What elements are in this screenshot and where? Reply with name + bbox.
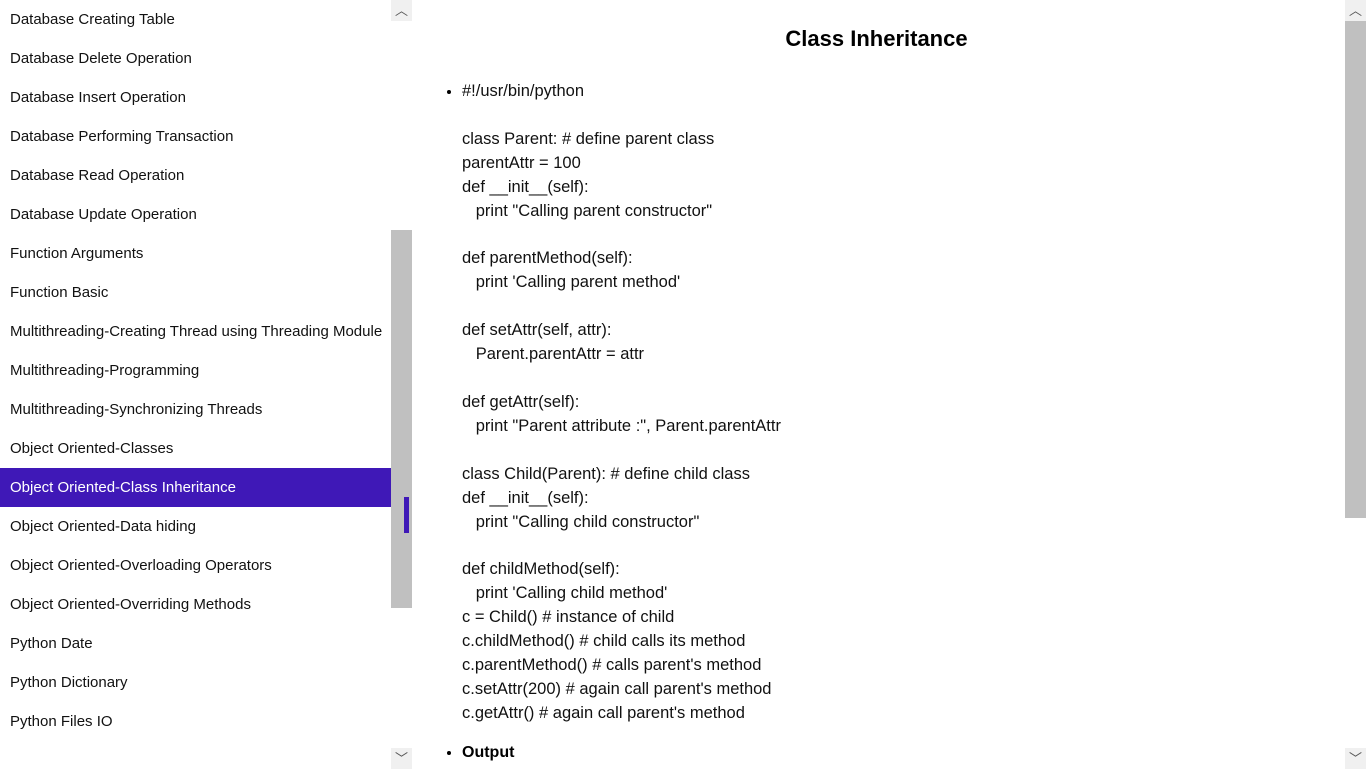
sidebar: Database Creating Table Database Delete O… xyxy=(0,0,391,769)
sidebar-item-label: Object Oriented-Overriding Methods xyxy=(10,596,251,613)
content: Class Inheritance #!/usr/bin/python clas… xyxy=(412,0,1345,769)
sidebar-item[interactable]: Object Oriented-Overriding Methods xyxy=(0,585,391,624)
output-list-item: Output xyxy=(462,744,1315,762)
sidebar-item[interactable]: Function Arguments xyxy=(0,234,391,273)
sidebar-item[interactable]: Database Creating Table xyxy=(0,0,391,39)
sidebar-item-label: Function Arguments xyxy=(10,245,143,262)
sidebar-item[interactable]: Object Oriented-Data hiding xyxy=(0,507,391,546)
code-block: #!/usr/bin/python class Parent: # define… xyxy=(462,80,1315,726)
content-list: #!/usr/bin/python class Parent: # define… xyxy=(438,80,1315,762)
sidebar-item-label: Database Update Operation xyxy=(10,206,197,223)
sidebar-item[interactable]: Multithreading-Synchronizing Threads xyxy=(0,390,391,429)
sidebar-item[interactable]: Python Files IO xyxy=(0,702,391,741)
scroll-down-icon[interactable]: ﹀ xyxy=(1345,748,1366,769)
sidebar-item[interactable]: Database Insert Operation xyxy=(0,78,391,117)
sidebar-item-label: Multithreading-Programming xyxy=(10,362,199,379)
sidebar-item[interactable]: Database Read Operation xyxy=(0,156,391,195)
sidebar-item[interactable]: Object Oriented-Overloading Operators xyxy=(0,546,391,585)
code-list-item: #!/usr/bin/python class Parent: # define… xyxy=(462,80,1315,726)
scroll-up-icon[interactable]: ︿ xyxy=(1345,0,1366,21)
sidebar-scrollbar[interactable]: ︿ ﹀ xyxy=(391,0,412,769)
sidebar-item[interactable]: Function Basic xyxy=(0,273,391,312)
sidebar-item-label: Database Performing Transaction xyxy=(10,128,233,145)
sidebar-item[interactable]: Object Oriented-Classes xyxy=(0,429,391,468)
sidebar-item[interactable]: Python Dictionary xyxy=(0,663,391,702)
sidebar-item[interactable]: Python Date xyxy=(0,624,391,663)
page-title: Class Inheritance xyxy=(438,26,1315,52)
sidebar-item-label: Database Delete Operation xyxy=(10,50,192,67)
sidebar-item[interactable]: Database Update Operation xyxy=(0,195,391,234)
sidebar-item-label: Database Read Operation xyxy=(10,167,184,184)
sidebar-item[interactable]: Multithreading-Programming xyxy=(0,351,391,390)
sidebar-container: Database Creating Table Database Delete O… xyxy=(0,0,412,769)
sidebar-item[interactable]: Database Delete Operation xyxy=(0,39,391,78)
sidebar-scroll-thumb[interactable] xyxy=(391,230,412,608)
content-scrollbar[interactable]: ︿ ﹀ xyxy=(1345,0,1366,769)
sidebar-item[interactable]: Database Performing Transaction xyxy=(0,117,391,156)
sidebar-item[interactable]: Multithreading-Creating Thread using Thr… xyxy=(0,312,391,351)
sidebar-item-label: Function Basic xyxy=(10,284,108,301)
content-container: Class Inheritance #!/usr/bin/python clas… xyxy=(412,0,1366,769)
sidebar-item[interactable]: Object Oriented-Class Inheritance xyxy=(0,468,391,507)
app-root: Database Creating Table Database Delete O… xyxy=(0,0,1366,769)
sidebar-item-label: Multithreading-Creating Thread using Thr… xyxy=(10,323,382,340)
sidebar-item-label: Object Oriented-Data hiding xyxy=(10,518,196,535)
sidebar-item-label: Python Dictionary xyxy=(10,674,128,691)
content-scroll-thumb[interactable] xyxy=(1345,21,1366,518)
sidebar-item-label: Object Oriented-Overloading Operators xyxy=(10,557,272,574)
sidebar-item-label: Python Files IO xyxy=(10,713,113,730)
scroll-up-icon[interactable]: ︿ xyxy=(391,0,412,21)
sidebar-item-label: Database Insert Operation xyxy=(10,89,186,106)
sidebar-selection-accent xyxy=(404,497,409,533)
sidebar-item-label: Database Creating Table xyxy=(10,11,175,28)
output-label: Output xyxy=(462,744,514,761)
sidebar-item-label: Multithreading-Synchronizing Threads xyxy=(10,401,262,418)
sidebar-item-label: Object Oriented-Classes xyxy=(10,440,173,457)
scroll-down-icon[interactable]: ﹀ xyxy=(391,748,412,769)
sidebar-item-label: Object Oriented-Class Inheritance xyxy=(10,479,236,496)
sidebar-item-label: Python Date xyxy=(10,635,93,652)
